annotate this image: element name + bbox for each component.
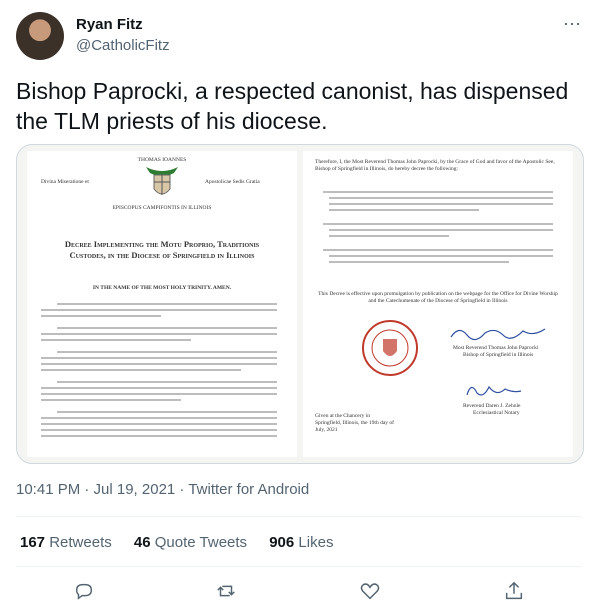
document-given-text: Given at the Chancery in Springfield, Il… <box>315 413 394 433</box>
document-right-motto: Apostolicae Sedis Gratia <box>205 179 260 185</box>
document-intro: Therefore, I, the Most Reverend Thomas J… <box>315 159 555 172</box>
signer-bishop-title: Bishop of Springfield in Illinois <box>463 352 534 358</box>
likes-label[interactable]: Likes <box>298 534 333 551</box>
document-left-motto: Divina Miseratione et <box>41 179 89 185</box>
signer-notary-title: Ecclesiastical Notary <box>473 410 520 416</box>
author-name[interactable]: Ryan Fitz <box>76 16 143 33</box>
quotes-count[interactable]: 46 <box>134 534 151 551</box>
tweet-meta: 10:41 PM · Jul 19, 2021 · Twitter for An… <box>16 481 309 498</box>
author-handle[interactable]: @CatholicFitz <box>76 37 170 54</box>
divider <box>16 566 582 567</box>
diocese-seal-icon <box>362 320 418 376</box>
share-icon[interactable] <box>502 580 526 604</box>
document-header-name: THOMAS IOANNES <box>137 157 187 163</box>
tweet-image[interactable]: THOMAS IOANNES Divina Miseratione et Apo… <box>16 144 584 464</box>
heart-icon[interactable] <box>358 580 382 604</box>
retweets-count[interactable]: 167 <box>20 534 45 551</box>
avatar[interactable] <box>16 12 64 60</box>
document-page-right: Therefore, I, the Most Reverend Thomas J… <box>303 151 573 457</box>
tweet-text: Bishop Paprocki, a respected canonist, h… <box>16 78 569 134</box>
signer-bishop-name: Most Reverend Thomas John Paprocki <box>453 345 539 351</box>
coat-of-arms-icon <box>146 167 178 195</box>
retweet-icon[interactable] <box>214 580 238 604</box>
notary-signature-icon <box>466 385 522 396</box>
tweet-timestamp[interactable]: 10:41 PM · Jul 19, 2021 · <box>16 481 188 498</box>
tweet-client[interactable]: Twitter for Android <box>188 481 309 498</box>
tweet-stats: 167 Retweets 46 Quote Tweets 906 Likes <box>20 534 351 551</box>
document-bishop-line: EPISCOPUS CAMPIFONTIS IN ILLINOIS <box>112 205 212 211</box>
quotes-label[interactable]: Quote Tweets <box>155 534 247 551</box>
document-effective-text: This Decree is effective upon promulgati… <box>318 291 558 304</box>
divider <box>16 516 582 517</box>
reply-icon[interactable] <box>72 580 96 604</box>
bishop-signature-icon <box>450 328 546 341</box>
more-options-icon[interactable]: ⋯ <box>563 14 582 35</box>
retweets-label[interactable]: Retweets <box>49 534 112 551</box>
document-page-left: THOMAS IOANNES Divina Miseratione et Apo… <box>27 151 297 457</box>
document-title: Decree Implementing the Motu Proprio, Tr… <box>64 239 260 260</box>
document-invocation: IN THE NAME OF THE MOST HOLY TRINITY. AM… <box>92 285 232 291</box>
likes-count[interactable]: 906 <box>269 534 294 551</box>
signer-notary-name: Reverend Daren J. Zehnle <box>463 403 521 409</box>
